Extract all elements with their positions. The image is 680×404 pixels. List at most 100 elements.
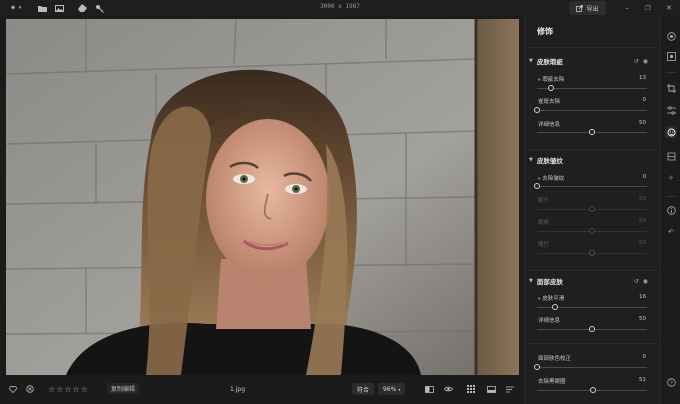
eyes-slider	[537, 228, 647, 234]
filmstrip-icon[interactable]	[487, 383, 496, 395]
before-after-icon[interactable]	[425, 383, 434, 395]
row-value: 50	[639, 218, 646, 224]
row-value[interactable]: 50	[639, 316, 646, 322]
skin-detail-slider[interactable]	[537, 326, 647, 332]
star-icon[interactable]: ☆	[64, 385, 71, 394]
star-icon[interactable]: ☆	[73, 385, 80, 394]
presets-icon[interactable]	[665, 30, 677, 42]
slider-knob[interactable]	[548, 85, 555, 91]
help-icon[interactable]: ?	[665, 376, 677, 388]
layers-icon[interactable]	[665, 150, 677, 162]
row-value[interactable]: 16	[639, 294, 646, 300]
chevron-down-icon: ▼	[529, 58, 533, 64]
star-icon[interactable]: ☆	[48, 385, 55, 394]
chevron-down-icon[interactable]: ▾	[538, 78, 540, 83]
forehead-slider	[537, 206, 647, 212]
star-rating[interactable]: ☆ ☆ ☆ ☆ ☆	[48, 383, 89, 395]
slider-knob[interactable]	[534, 183, 540, 189]
ai-tools-icon[interactable]	[665, 50, 677, 62]
slider-knob[interactable]	[590, 387, 597, 393]
section-header-skin-blemish[interactable]: ▼ 皮肤瑕疵	[529, 56, 563, 66]
row-value[interactable]: 50	[639, 120, 646, 126]
divider	[529, 270, 657, 271]
mouth-slider	[537, 250, 647, 256]
crop-icon[interactable]	[665, 82, 677, 94]
row-label: 详细信息	[538, 318, 561, 324]
row-value[interactable]: 0	[643, 97, 647, 103]
divider	[529, 47, 657, 48]
slider-knob[interactable]	[589, 129, 595, 135]
magic-wand-icon[interactable]	[94, 3, 104, 13]
face-tone-slider[interactable]	[534, 364, 647, 370]
slider-knob[interactable]	[534, 364, 540, 370]
app-menu-chevron-down-icon[interactable]: ▾	[17, 3, 23, 13]
reset-icon[interactable]: ↺	[634, 58, 639, 65]
row-value[interactable]: 51	[639, 377, 646, 383]
row-value[interactable]: 13	[639, 75, 646, 81]
photo-canvas[interactable]	[6, 19, 519, 375]
export-button[interactable]: 导出	[569, 1, 606, 15]
close-icon[interactable]: ✕	[664, 3, 674, 13]
visibility-eye-icon[interactable]: ◉	[643, 278, 648, 285]
star-icon[interactable]: ☆	[56, 385, 63, 394]
section-header-skin-wrinkles[interactable]: ▼ 皮肤皱纹	[529, 155, 563, 165]
chevron-down-icon[interactable]: ▾	[538, 297, 540, 302]
dark-circle-slider[interactable]	[537, 387, 647, 393]
wrinkle-removal-slider[interactable]	[534, 183, 647, 189]
section-header-face-skin[interactable]: ▼ 面部皮肤	[529, 276, 563, 286]
eraser-icon[interactable]	[77, 3, 87, 13]
minimize-icon[interactable]: –	[622, 3, 632, 13]
title-bar: ✷ ▾ 3000 x 1987 导出 – ❐ ✕	[0, 0, 680, 16]
freckle-removal-slider[interactable]	[534, 107, 647, 113]
fit-button[interactable]: 符合	[352, 383, 375, 395]
heart-icon[interactable]	[9, 383, 17, 395]
row-value[interactable]: 0	[643, 354, 647, 360]
folder-icon[interactable]	[37, 3, 47, 13]
chevron-down-icon: ▼	[529, 278, 533, 284]
tools-sidebar: ✧ ↶ ?	[660, 16, 680, 404]
reject-icon[interactable]	[26, 383, 34, 395]
retouch-panel: 修饰 ▼ 皮肤瑕疵 ↺ ◉ ▾ 瑕疵去除 13 雀斑去除 0 详细信息 50 ▼ …	[524, 16, 660, 404]
row-label: ▾ 去除皱纹	[538, 174, 564, 182]
detail-slider[interactable]	[537, 129, 647, 135]
zoom-dropdown[interactable]: 96% ▾	[378, 383, 406, 395]
visibility-eye-icon[interactable]: ◉	[643, 58, 648, 65]
chevron-down-icon[interactable]: ▾	[538, 177, 540, 182]
row-label: 雀斑去除	[538, 99, 561, 105]
info-icon[interactable]	[665, 204, 677, 216]
row-label-text: 去除皱纹	[542, 176, 565, 182]
image-icon[interactable]	[54, 3, 64, 13]
reset-icon[interactable]: ↺	[634, 278, 639, 285]
zoom-value: 96%	[383, 385, 397, 393]
section-actions: ↺ ◉	[634, 276, 648, 286]
divider	[529, 343, 657, 344]
skin-smoothing-slider[interactable]	[537, 304, 647, 310]
export-label: 导出	[586, 5, 599, 13]
adjust-sliders-icon[interactable]	[665, 104, 677, 116]
slider-knob[interactable]	[589, 326, 595, 332]
slider-knob[interactable]	[534, 107, 540, 113]
slider-knob[interactable]	[551, 304, 558, 310]
row-label-text: 皮肤平滑	[542, 296, 565, 302]
restore-icon[interactable]: ❐	[643, 3, 653, 13]
row-label-text: 瑕疵去除	[542, 77, 565, 83]
grid-view-icon[interactable]	[467, 383, 475, 395]
section-title: 皮肤瑕疵	[536, 58, 563, 66]
row-label: 面部肤色校正	[538, 356, 572, 362]
row-value: 50	[639, 240, 646, 246]
row-label: 去除黑眼圈	[538, 379, 566, 385]
bottom-toolbar: ☆ ☆ ☆ ☆ ☆ 复制编辑 1.jpg 符合 96% ▾	[0, 378, 524, 400]
blemish-removal-slider[interactable]	[537, 85, 647, 91]
menu-lines-icon[interactable]	[506, 383, 514, 395]
image-dimensions: 3000 x 1987	[320, 3, 360, 10]
copy-edits-button[interactable]: 复制编辑	[107, 383, 140, 394]
history-undo-icon[interactable]: ↶	[665, 226, 677, 238]
portrait-retouch-icon[interactable]	[665, 126, 677, 138]
row-label: 眼睛	[538, 220, 550, 226]
row-label: 嘴巴	[538, 242, 550, 248]
effects-sparkle-icon[interactable]: ✧	[665, 172, 677, 184]
row-value[interactable]: 0	[643, 174, 647, 180]
star-icon[interactable]: ☆	[81, 385, 88, 394]
portrait-photo	[6, 19, 519, 375]
eye-icon[interactable]	[444, 383, 453, 395]
